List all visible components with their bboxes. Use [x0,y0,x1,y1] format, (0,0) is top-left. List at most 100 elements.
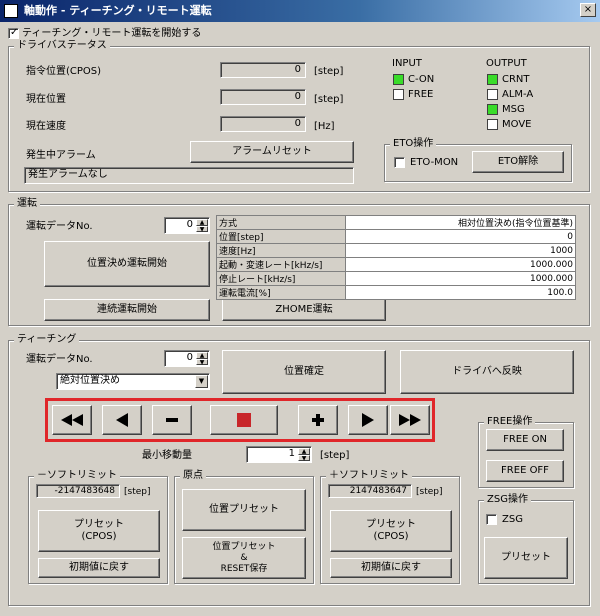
teaching-mode-value: 絶対位置決め [60,375,120,386]
plus-limit-legend: ＋ソフトリミット [326,470,412,482]
free-on-button[interactable]: FREE ON [486,429,564,451]
spinner-buttons[interactable]: ▲ ▼ [196,219,208,232]
input-free-label: FREE [408,89,434,100]
spinner-buttons[interactable]: ▲ ▼ [298,448,310,461]
app-icon [4,4,18,18]
min-step-unit: [step] [320,450,350,461]
plus-icon [312,414,324,426]
spin-down-icon[interactable]: ▼ [298,454,310,461]
output-alm-a-indicator [487,89,498,100]
param-value: 相対位置決め(指令位置基準) [345,215,576,230]
stop-icon [237,413,251,427]
operation-data-no-spinner[interactable]: 0 ▲ ▼ [164,217,210,234]
free-off-button[interactable]: FREE OFF [486,460,564,482]
origin-preset-reset-button[interactable]: 位置プリセット & RESET保存 [182,537,306,579]
free-legend: FREE操作 [484,416,536,428]
teaching-mode-select[interactable]: 絶対位置決め ▼ [56,373,210,390]
zsg-preset-button[interactable]: プリセット [484,537,568,579]
actual-position-label: 現在位置 [26,94,66,105]
input-free-indicator [393,89,404,100]
positioning-start-button[interactable]: 位置決め運転開始 [44,241,210,287]
alarm-status-field: 発生アラームなし [24,167,354,184]
eto-release-button[interactable]: ETO解除 [472,151,564,173]
cpos-unit: [step] [314,66,344,77]
output-move-label: MOVE [502,119,532,130]
remote-operation-checkbox[interactable] [8,27,19,39]
param-row: 運転電流[%] 100.0 [216,285,576,300]
fast-forward-button[interactable] [390,405,430,435]
position-confirm-button[interactable]: 位置確定 [222,350,386,394]
output-alm-a-label: ALM-A [502,89,534,100]
input-title: INPUT [392,58,422,69]
cpos-label: 指令位置(CPOS) [26,66,102,77]
reverse-button[interactable] [102,405,142,435]
param-name: 運転電流[%] [216,285,346,300]
reverse-icon [116,413,128,427]
stop-button[interactable] [210,405,278,435]
origin-preset-button[interactable]: 位置プリセット [182,489,306,531]
window-title: 軸動作 - ティーチング・リモート運転 [24,4,212,17]
param-value: 100.0 [345,285,576,300]
operation-data-no-label: 運転データNo. [26,221,93,232]
output-move-indicator [487,119,498,130]
minus-button[interactable] [152,405,192,435]
chevron-down-icon[interactable]: ▼ [195,375,208,388]
eto-mon-checkbox[interactable] [394,157,405,168]
fast-reverse-icon [61,414,83,426]
param-row: 位置[step] 0 [216,229,576,244]
param-name: 方式 [216,215,346,230]
zhome-button[interactable]: ZHOME運転 [222,299,386,321]
fast-forward-icon [399,414,421,426]
teaching-legend: ティーチング [14,334,80,346]
write-to-driver-button[interactable]: ドライバへ反映 [400,350,574,394]
spin-down-icon[interactable]: ▼ [196,358,208,365]
driver-status-legend: ドライバステータス [14,40,110,52]
param-row: 停止レート[kHz/s] 1000.000 [216,271,576,286]
min-step-spinner[interactable]: 1 ▲ ▼ [246,446,312,463]
output-title: OUTPUT [486,58,527,69]
param-name: 速度[Hz] [216,243,346,258]
param-value: 1000.000 [345,271,576,286]
minus-limit-preset-button[interactable]: プリセット (CPOS) [38,510,160,552]
spinner-buttons[interactable]: ▲ ▼ [196,352,208,365]
eto-mon-label: ETO-MON [410,157,459,168]
plus-limit-unit: [step] [416,487,443,497]
teaching-data-no-spinner[interactable]: 0 ▲ ▼ [164,350,210,367]
cpos-value: 0 [220,62,306,78]
minus-limit-legend: －ソフトリミット [34,470,120,482]
origin-legend: 原点 [180,470,206,482]
min-step-label: 最小移動量 [142,450,192,461]
plus-limit-preset-button[interactable]: プリセット (CPOS) [330,510,452,552]
operation-data-no-value: 0 [186,219,193,230]
input-c-on-indicator [393,74,404,85]
actual-position-value: 0 [220,89,306,105]
param-value: 0 [345,229,576,244]
fast-reverse-button[interactable] [52,405,92,435]
title-bar: 軸動作 - ティーチング・リモート運転 [0,0,600,22]
spin-down-icon[interactable]: ▼ [196,225,208,232]
alarm-reset-button[interactable]: アラームリセット [190,141,354,163]
operation-params-table: 方式 相対位置決め(指令位置基準) 位置[step] 0 速度[Hz] 1000 起動… [216,215,576,300]
param-name: 起動・変速レート[kHz/s] [216,257,346,272]
continuous-start-button[interactable]: 連続運転開始 [44,299,210,321]
zsg-legend: ZSG操作 [484,494,531,506]
param-name: 停止レート[kHz/s] [216,271,346,286]
minus-limit-value: -2147483648 [36,484,120,498]
actual-position-unit: [step] [314,94,344,105]
zsg-label: ZSG [502,514,523,525]
close-button[interactable]: × [580,3,596,17]
input-c-on-label: C-ON [408,74,435,85]
param-value: 1000.000 [345,257,576,272]
output-msg-label: MSG [502,104,525,115]
teaching-data-no-label: 運転データNo. [26,354,93,365]
speed-unit: [Hz] [314,121,335,132]
eto-legend: ETO操作 [390,138,437,150]
minus-limit-reset-button[interactable]: 初期値に戻す [38,558,160,578]
speed-value: 0 [220,116,306,132]
plus-limit-reset-button[interactable]: 初期値に戻す [330,558,452,578]
forward-icon [362,413,374,427]
speed-label: 現在速度 [26,121,66,132]
plus-button[interactable] [298,405,338,435]
forward-button[interactable] [348,405,388,435]
zsg-checkbox[interactable] [486,514,497,525]
